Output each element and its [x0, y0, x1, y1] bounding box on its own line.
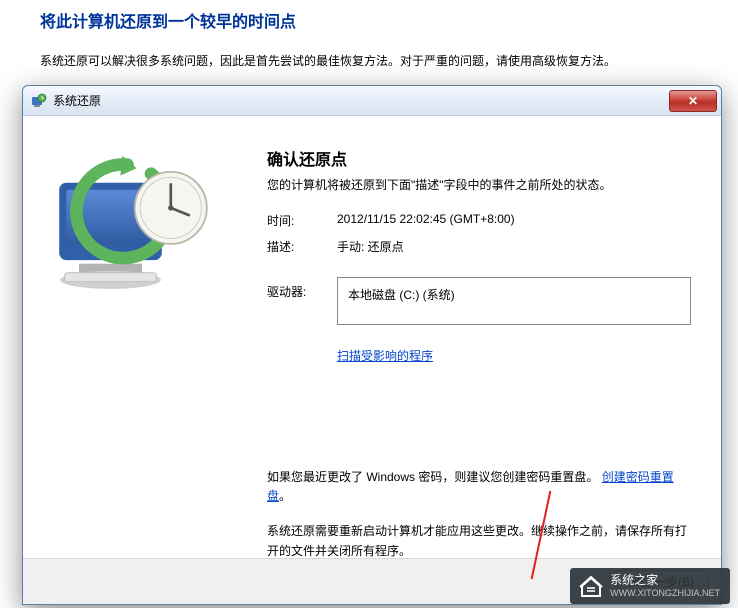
system-restore-hero-icon	[43, 156, 223, 321]
dialog-body: 确认还原点 您的计算机将被还原到下面"描述"字段中的事件之前所处的状态。 时间:…	[23, 116, 721, 556]
right-column: 确认还原点 您的计算机将被还原到下面"描述"字段中的事件之前所处的状态。 时间:…	[243, 146, 691, 556]
description-label: 描述:	[267, 238, 337, 255]
dialog-title: 确认还原点	[267, 146, 691, 170]
description-row: 描述: 手动: 还原点	[267, 238, 691, 255]
page-heading: 将此计算机还原到一个较早的时间点	[40, 8, 738, 32]
time-label: 时间:	[267, 212, 337, 229]
dialog-description: 您的计算机将被还原到下面"描述"字段中的事件之前所处的状态。	[267, 176, 691, 194]
password-note: 如果您最近更改了 Windows 密码，则建议您创建密码重置盘。 创建密码重置盘…	[267, 468, 691, 506]
titlebar-text: 系统还原	[53, 92, 669, 109]
watermark-name: 系统之家	[610, 573, 720, 588]
drive-item: 本地磁盘 (C:) (系统)	[348, 288, 455, 302]
time-row: 时间: 2012/11/15 22:02:45 (GMT+8:00)	[267, 212, 691, 229]
watermark-text: 系统之家 WWW.XITONGZHIJIA.NET	[610, 573, 720, 599]
close-button[interactable]: ✕	[669, 90, 717, 112]
system-restore-dialog: 系统还原 ✕	[22, 85, 722, 605]
drives-label: 驱动器:	[267, 277, 337, 325]
drives-row: 驱动器: 本地磁盘 (C:) (系统)	[267, 277, 691, 325]
watermark-url: WWW.XITONGZHIJIA.NET	[610, 588, 720, 599]
time-value: 2012/11/15 22:02:45 (GMT+8:00)	[337, 212, 691, 229]
watermark-house-icon	[578, 574, 604, 598]
close-icon: ✕	[688, 94, 698, 108]
scan-affected-programs-link[interactable]: 扫描受影响的程序	[337, 347, 433, 364]
page-subtext: 系统还原可以解决很多系统问题，因此是首先尝试的最佳恢复方法。对于严重的问题，请使…	[40, 52, 738, 69]
drives-box: 本地磁盘 (C:) (系统)	[337, 277, 691, 325]
restore-titlebar-icon	[31, 93, 47, 109]
description-value: 手动: 还原点	[337, 238, 691, 255]
left-column	[43, 146, 243, 556]
titlebar: 系统还原 ✕	[23, 86, 721, 116]
watermark: 系统之家 WWW.XITONGZHIJIA.NET	[570, 568, 730, 604]
restart-note: 系统还原需要重新启动计算机才能应用这些更改。继续操作之前，请保存所有打开的文件并…	[267, 522, 691, 560]
password-note-text: 如果您最近更改了 Windows 密码，则建议您创建密码重置盘。	[267, 470, 598, 484]
